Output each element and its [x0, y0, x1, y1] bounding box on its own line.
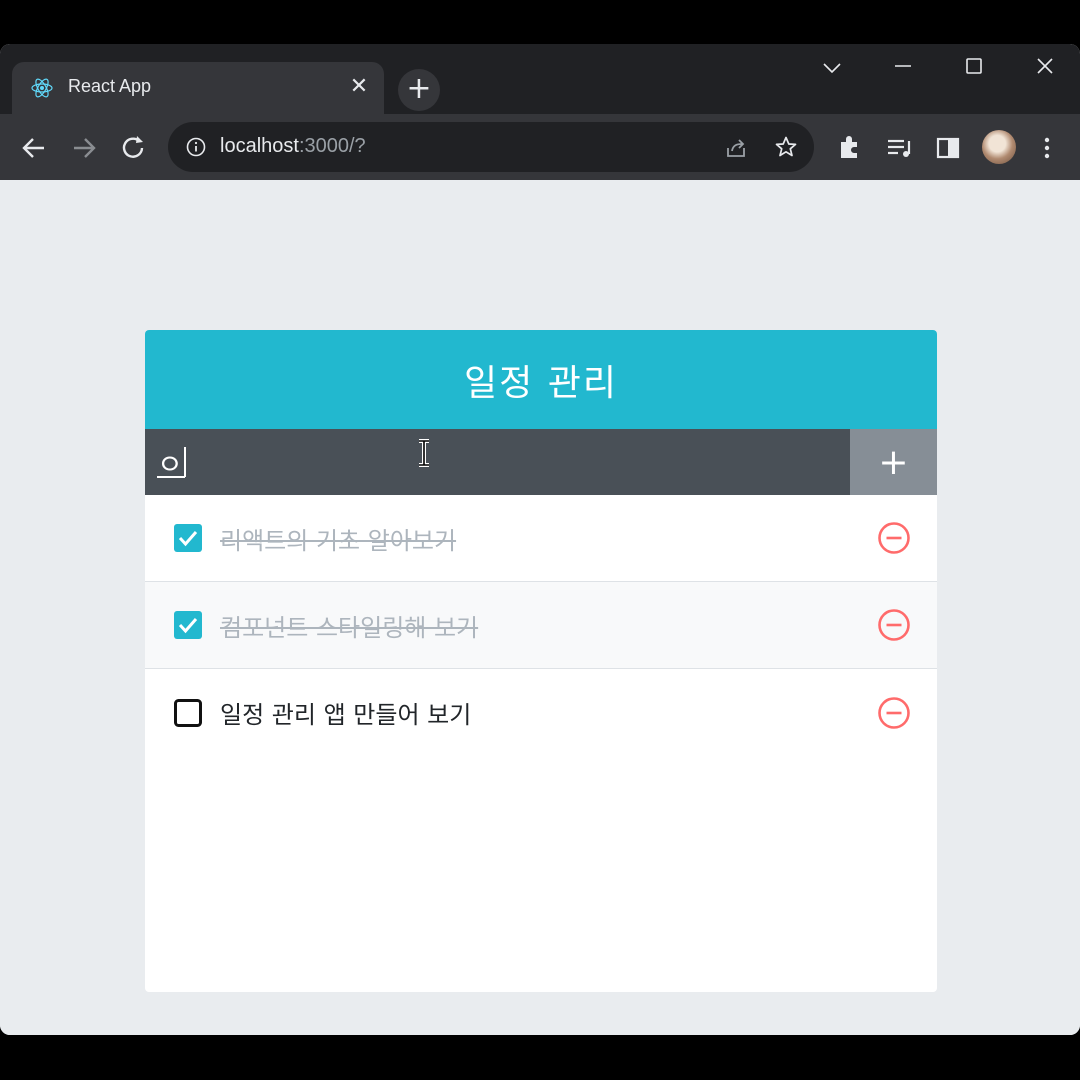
reload-icon[interactable]: [115, 130, 151, 166]
todo-input[interactable]: ㅇ: [145, 429, 850, 495]
side-panel-icon[interactable]: [930, 130, 966, 166]
todo-item: 일정 관리 앱 만들어 보기: [145, 669, 937, 756]
tab-react-app[interactable]: React App ✕: [12, 62, 384, 114]
remove-icon[interactable]: [877, 521, 911, 555]
page-viewport: 일정 관리 ㅇ + 리액트의 기초 알아보기 컴포넌트 스타일링해 보기 일정 …: [0, 180, 1080, 1035]
remove-icon[interactable]: [877, 608, 911, 642]
profile-avatar[interactable]: [982, 130, 1016, 164]
tab-strip: React App ✕ +: [0, 44, 1080, 114]
react-logo-icon: [31, 78, 53, 98]
text-cursor-icon: [419, 439, 429, 467]
browser-window: React App ✕ + localhost:3000/? 일정 관리 ㅇ +…: [0, 44, 1080, 1035]
back-icon[interactable]: [16, 130, 52, 166]
todo-text: 일정 관리 앱 만들어 보기: [220, 701, 472, 729]
window-close-icon[interactable]: [1025, 54, 1065, 84]
tab-search-icon[interactable]: [812, 54, 852, 84]
add-todo-button[interactable]: +: [850, 429, 937, 495]
close-tab-icon[interactable]: ✕: [346, 74, 372, 100]
url-path: :3000/?: [298, 135, 366, 157]
new-tab-button[interactable]: +: [398, 69, 440, 111]
remove-icon[interactable]: [877, 696, 911, 730]
bookmark-star-icon[interactable]: [774, 135, 798, 159]
checkbox-unchecked-icon[interactable]: [173, 698, 203, 728]
todo-text: 리액트의 기초 알아보기: [220, 526, 457, 555]
info-icon[interactable]: [186, 137, 206, 157]
browser-toolbar: localhost:3000/?: [0, 114, 1080, 180]
todo-list: 리액트의 기초 알아보기 컴포넌트 스타일링해 보기 일정 관리 앱 만들어 보…: [145, 495, 937, 756]
todo-template: 일정 관리 ㅇ + 리액트의 기초 알아보기 컴포넌트 스타일링해 보기 일정 …: [145, 330, 937, 992]
tab-title: React App: [68, 76, 152, 96]
media-queue-icon[interactable]: [882, 130, 918, 166]
extensions-puzzle-icon[interactable]: [832, 130, 868, 166]
todo-item: 리액트의 기초 알아보기: [145, 495, 937, 582]
url-host: localhost: [220, 135, 299, 157]
todo-item: 컴포넌트 스타일링해 보기: [145, 582, 937, 669]
checkbox-checked-icon[interactable]: [173, 610, 203, 640]
url-text: localhost:3000/?: [220, 135, 366, 158]
more-menu-icon[interactable]: [1029, 130, 1065, 166]
maximize-icon[interactable]: [954, 54, 994, 84]
forward-icon[interactable]: [66, 130, 102, 166]
ime-composition-underline: [157, 476, 185, 478]
todo-text: 컴포넌트 스타일링해 보기: [220, 613, 479, 642]
address-bar[interactable]: localhost:3000/?: [168, 122, 814, 172]
app-title: 일정 관리: [145, 330, 937, 429]
share-icon[interactable]: [724, 136, 748, 160]
checkbox-checked-icon[interactable]: [173, 523, 203, 553]
todo-insert-form: ㅇ +: [145, 429, 937, 495]
text-caret: [184, 447, 186, 477]
minimize-icon[interactable]: [883, 54, 923, 84]
